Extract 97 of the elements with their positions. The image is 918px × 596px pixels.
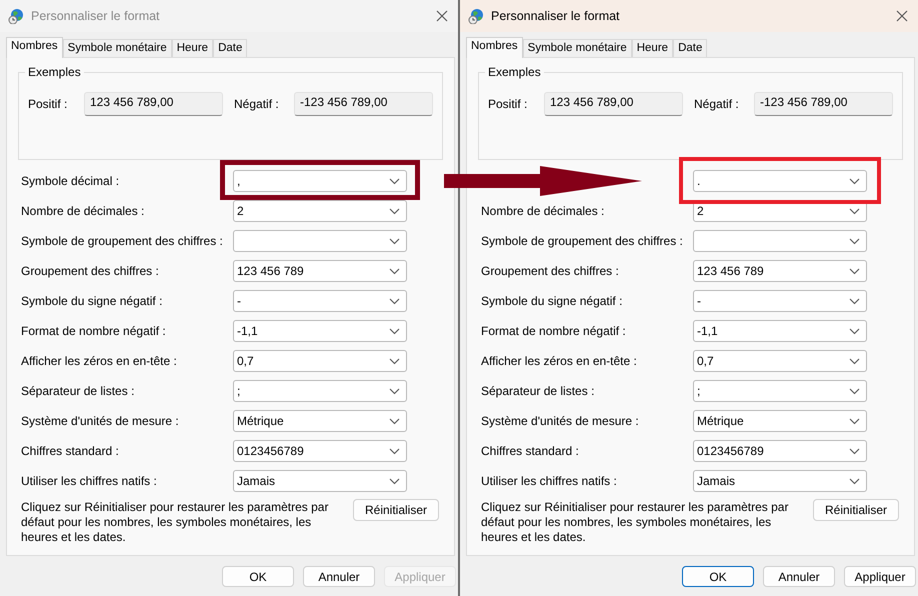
dialog-button[interactable]: OK [222,566,294,587]
field-label: Positif : [28,97,68,111]
chevron-icon [389,448,400,454]
dropdown[interactable]: - [233,290,407,312]
field-label: Chiffres standard : [481,444,580,458]
reset-button[interactable]: Réinitialiser [353,499,439,521]
tab[interactable]: Symbole monétaire [522,39,632,57]
field-label: Système d'unités de mesure : [21,414,180,428]
dropdown[interactable]: . [693,170,867,192]
dropdown[interactable]: ; [233,380,407,402]
tab[interactable]: Nombres [466,37,523,58]
tab[interactable]: Date [213,39,248,57]
field-label: Utiliser les chiffres natifs : [481,474,618,488]
example-field: 123 456 789,00 [84,92,223,116]
field-label: Afficher les zéros en en-tête : [21,354,178,368]
tab[interactable]: Heure [172,39,214,57]
window-title: Personnaliser le format [491,9,621,23]
chevron-icon [389,238,400,244]
dropdown[interactable]: 2 [233,200,407,222]
dropdown[interactable]: -1,1 [233,320,407,342]
dropdown[interactable]: Métrique [693,410,867,432]
dialog-button[interactable]: Annuler [303,566,375,587]
field-label: Utiliser les chiffres natifs : [21,474,158,488]
field-label: Symbole du signe négatif : [481,294,624,308]
chevron-icon [849,328,860,334]
chevron-icon [849,478,860,484]
chevron-icon [389,388,400,394]
close-icon [896,10,908,22]
chevron-icon [389,328,400,334]
globe-clock-icon [468,8,484,24]
field-label: Nombre de décimales : [481,204,606,218]
help-text: Cliquez sur Réinitialiser pour restaurer les paramètres par défaut pour les nombres, les symboles monétaires, les heures et les dates. [481,500,790,545]
field-label: Négatif : [234,97,280,111]
dropdown[interactable]: 0123456789 [233,440,407,462]
field-label: Séparateur de listes : [21,384,136,398]
window-title: Personnaliser le format [31,9,161,23]
chevron-icon [849,388,860,394]
field-label: Format de nombre négatif : [481,324,627,338]
tab[interactable]: Symbole monétaire [62,39,172,57]
tab[interactable]: Heure [632,39,674,57]
field-label: Système d'unités de mesure : [481,414,640,428]
chevron-icon [389,208,400,214]
chevron-icon [389,418,400,424]
globe-clock-icon [8,8,24,24]
field-label: Afficher les zéros en en-tête : [481,354,638,368]
field-label: Symbole du signe négatif : [21,294,164,308]
chevron-icon [849,268,860,274]
dropdown[interactable]: 123 456 789 [233,260,407,282]
field-label: Nombre de décimales : [21,204,146,218]
dropdown[interactable]: 0123456789 [693,440,867,462]
dialog-button[interactable]: OK [682,566,754,587]
field-label: Groupement des chiffres : [21,264,160,278]
field-label: Symbole de groupement des chiffres : [21,234,224,248]
chevron-icon [389,478,400,484]
field-label: Chiffres standard : [21,444,120,458]
help-text: Cliquez sur Réinitialiser pour restaurer les paramètres par défaut pour les nombres, les symboles monétaires, les heures et les dates. [21,500,330,545]
dropdown[interactable]: , [233,170,407,192]
chevron-icon [389,178,400,184]
dialog-button[interactable]: Annuler [763,566,835,587]
chevron-icon [849,178,860,184]
close-button[interactable] [434,8,450,24]
field-label: Groupement des chiffres : [481,264,620,278]
dropdown[interactable]: 0,7 [693,350,867,372]
field-label: Format de nombre négatif : [21,324,167,338]
dropdown[interactable]: ; [693,380,867,402]
chevron-icon [389,358,400,364]
group-legend: Exemples [25,65,84,79]
dropdown[interactable]: -1,1 [693,320,867,342]
field-label: Séparateur de listes : [481,384,596,398]
chevron-icon [849,358,860,364]
field-label: Positif : [488,97,528,111]
chevron-icon [389,268,400,274]
field-label: Symbole de groupement des chiffres : [481,234,684,248]
dropdown[interactable]: Jamais [693,470,867,492]
chevron-icon [849,298,860,304]
dropdown[interactable]: - [693,290,867,312]
dropdown[interactable]: 123 456 789 [693,260,867,282]
example-field: -123 456 789,00 [294,92,433,116]
close-button[interactable] [894,8,910,24]
dropdown[interactable]: 0,7 [233,350,407,372]
tab[interactable]: Date [673,39,708,57]
chevron-icon [849,238,860,244]
field-label: Négatif : [694,97,740,111]
chevron-icon [389,298,400,304]
example-field: -123 456 789,00 [754,92,893,116]
close-icon [436,10,448,22]
dropdown[interactable]: Métrique [233,410,407,432]
chevron-icon [849,208,860,214]
dialog-button[interactable]: Appliquer [844,566,916,587]
chevron-icon [849,448,860,454]
chevron-icon [849,418,860,424]
dropdown[interactable]: Jamais [233,470,407,492]
example-field: 123 456 789,00 [544,92,683,116]
field-label: Symbole décimal : [21,174,120,188]
tab[interactable]: Nombres [6,37,63,58]
reset-button[interactable]: Réinitialiser [813,499,899,521]
group-legend: Exemples [485,65,544,79]
